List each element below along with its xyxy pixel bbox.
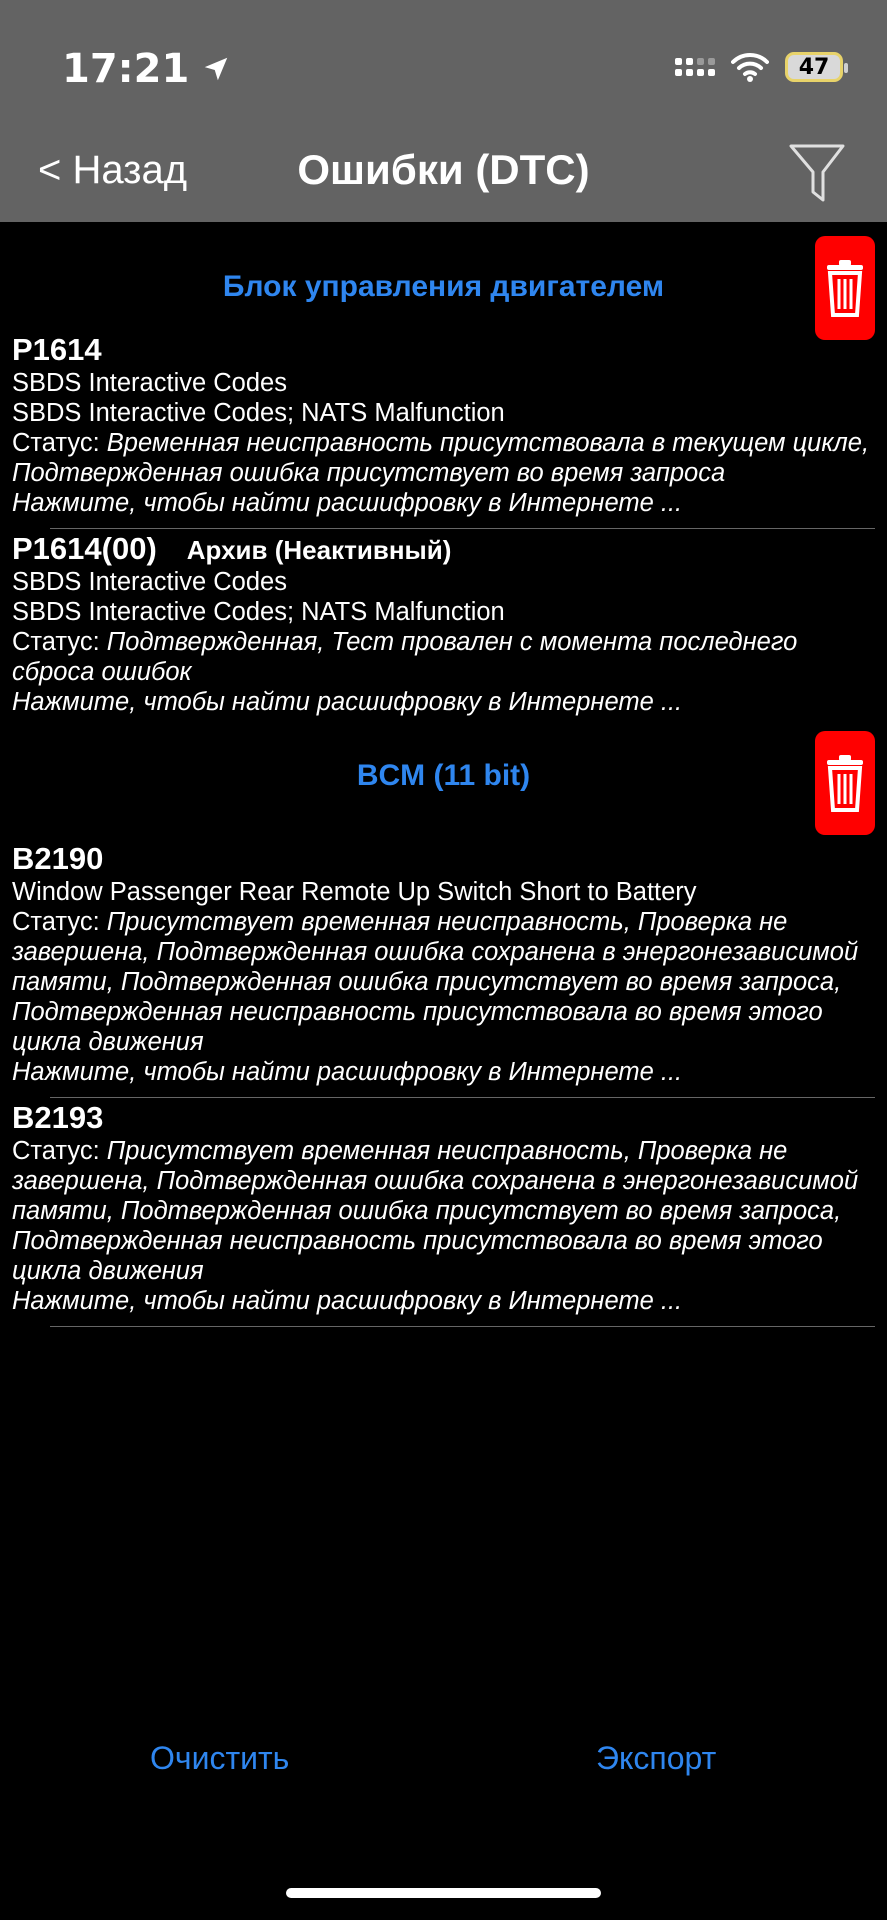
dtc-description: SBDS Interactive Codes xyxy=(12,568,287,596)
status-label: Статус: xyxy=(12,908,107,936)
list-item[interactable]: P1614 SBDS Interactive Codes SBDS Intera… xyxy=(0,332,887,518)
status-text: Временная неисправность присутствовала в… xyxy=(12,429,870,487)
status-text: Присутствует временная неисправность, Пр… xyxy=(12,908,859,1056)
home-indicator[interactable] xyxy=(286,1888,601,1898)
search-hint-link[interactable]: Нажмите, чтобы найти расшифровку в Интер… xyxy=(12,488,875,518)
dtc-description: Window Passenger Rear Remote Up Switch S… xyxy=(12,878,697,906)
wifi-icon xyxy=(731,52,769,82)
battery-level: 47 xyxy=(798,54,830,80)
dtc-code: P1614 xyxy=(12,332,102,367)
status-label: Статус: xyxy=(12,1137,107,1165)
dtc-description: SBDS Interactive Codes; NATS Malfunction xyxy=(12,399,505,427)
status-indicators: 47 xyxy=(675,52,848,82)
delete-section-button[interactable] xyxy=(815,236,875,340)
status-text: Присутствует временная неисправность, Пр… xyxy=(12,1137,859,1285)
dtc-status: Статус: Подтвержденная, Тест провален с … xyxy=(12,627,875,687)
search-hint-link[interactable]: Нажмите, чтобы найти расшифровку в Интер… xyxy=(12,1286,875,1316)
export-button[interactable]: Экспорт xyxy=(596,1740,716,1777)
location-arrow-icon xyxy=(205,57,228,81)
trash-icon xyxy=(827,755,863,812)
dtc-status: Статус: Временная неисправность присутст… xyxy=(12,428,875,488)
status-text: Подтвержденная, Тест провален с момента … xyxy=(12,628,798,686)
dtc-list: Блок управления двигателем P1614 SBDS In… xyxy=(0,222,887,1327)
dtc-description: SBDS Interactive Codes; NATS Malfunction xyxy=(12,598,505,626)
dtc-code: B2193 xyxy=(12,1100,104,1135)
list-item[interactable]: P1614(00) Архив (Неактивный) SBDS Interac… xyxy=(0,529,887,717)
delete-section-button[interactable] xyxy=(815,731,875,835)
divider xyxy=(50,1326,875,1327)
section-header-bcm: BCM (11 bit) xyxy=(0,717,887,841)
status-label: Статус: xyxy=(12,429,107,457)
section-header-ecm: Блок управления двигателем xyxy=(0,222,887,340)
section-title: BCM (11 bit) xyxy=(356,759,531,792)
search-hint-link[interactable]: Нажмите, чтобы найти расшифровку в Интер… xyxy=(12,687,875,717)
status-time: 17:21 xyxy=(62,46,231,92)
dtc-description: SBDS Interactive Codes xyxy=(12,369,287,397)
dtc-status: Статус: Присутствует временная неисправн… xyxy=(12,1136,875,1286)
search-hint-link[interactable]: Нажмите, чтобы найти расшифровку в Интер… xyxy=(12,1057,875,1087)
time-label: 17:21 xyxy=(62,46,190,92)
status-bar: 17:21 47 xyxy=(0,0,887,140)
cellular-signal-icon xyxy=(675,58,715,76)
clear-button[interactable]: Очистить xyxy=(150,1740,289,1777)
battery-icon: 47 xyxy=(785,52,848,82)
list-item[interactable]: B2193 Статус: Присутствует временная неи… xyxy=(0,1098,887,1316)
list-item[interactable]: B2190 Window Passenger Rear Remote Up Sw… xyxy=(0,841,887,1087)
section-title: Блок управления двигателем xyxy=(222,270,665,303)
dtc-status: Статус: Присутствует временная неисправн… xyxy=(12,907,875,1057)
navigation-bar: < Назад Ошибки (DTC) xyxy=(0,140,887,222)
filter-icon[interactable] xyxy=(787,140,847,206)
status-label: Статус: xyxy=(12,628,107,656)
dtc-code: P1614(00) xyxy=(12,531,157,566)
archive-badge: Архив (Неактивный) xyxy=(186,535,452,565)
trash-icon xyxy=(827,260,863,317)
dtc-code: B2190 xyxy=(12,841,104,876)
page-title: Ошибки (DTC) xyxy=(297,146,590,193)
